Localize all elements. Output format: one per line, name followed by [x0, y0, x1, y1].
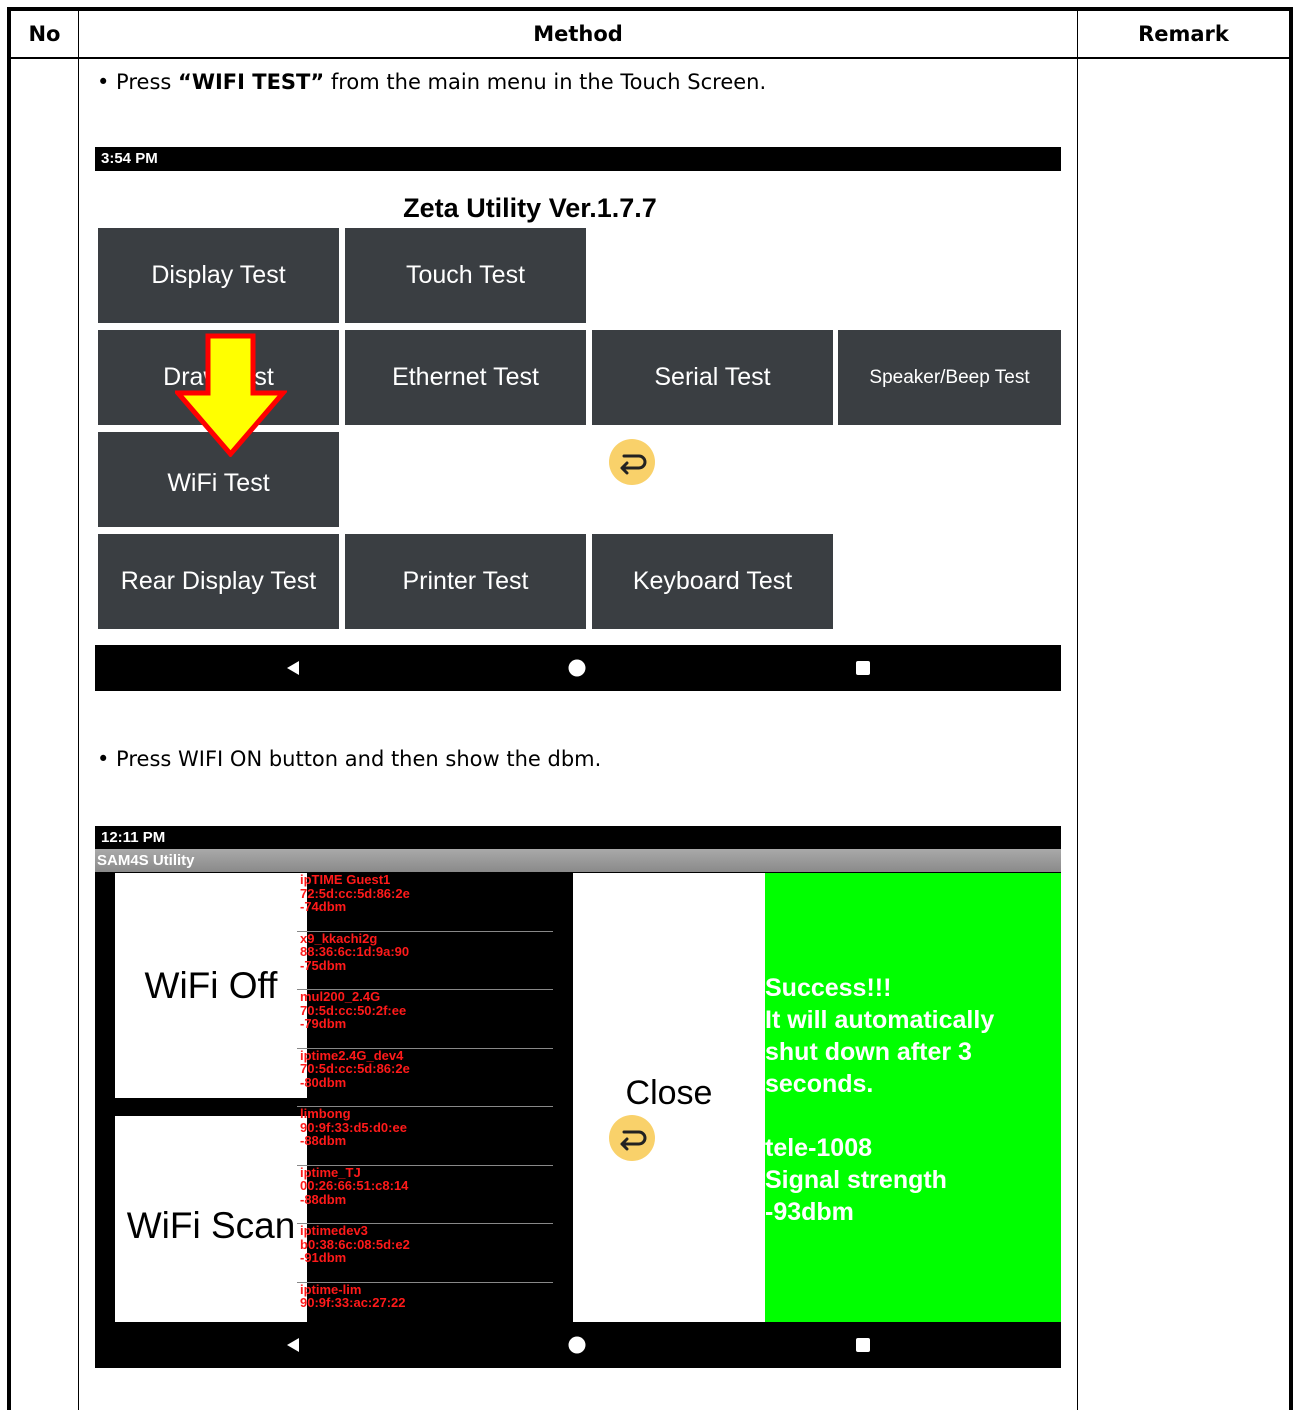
network-list-item[interactable]: iptime_TJ 00:26:66:51:c8:14 -88dbm [297, 1165, 553, 1224]
sam4s-utility-screenshot: 12:11 PM SAM4S Utility WiFi Off WiFi Sca… [95, 826, 1061, 1368]
status-time: 3:54 PM [101, 150, 158, 167]
step2-instruction: • Press WIFI ON button and then show the… [97, 747, 602, 771]
network-mac: 90:9f:33:ac:27:22 [300, 1295, 406, 1310]
network-mac: 72:5d:cc:5d:86:2e [300, 885, 410, 901]
return-icon[interactable] [609, 439, 655, 485]
status-time-2: 12:11 PM [101, 829, 166, 846]
network-ssid: iptime_TJ [300, 1165, 361, 1180]
network-dbm: -74dbm [300, 899, 347, 914]
home-icon[interactable] [568, 659, 586, 677]
step1-suffix: from the main menu in the Touch Screen. [324, 70, 767, 94]
network-list-item[interactable]: mul200_2.4G 70:5d:cc:50:2f:ee -79dbm [297, 990, 553, 1049]
serial-test-button[interactable]: Serial Test [592, 330, 833, 425]
network-list-item[interactable]: iptime-lim 90:9f:33:ac:27:22 [297, 1283, 553, 1323]
network-mac: 88:36:6c:1d:9a:90 [300, 944, 410, 959]
wifi-off-button[interactable]: WiFi Off [115, 873, 307, 1098]
back-icon[interactable] [285, 660, 301, 676]
network-dbm: -91dbm [300, 1250, 347, 1265]
step1-prefix: • Press [97, 70, 179, 94]
printer-test-button[interactable]: Printer Test [345, 534, 586, 629]
speaker-beep-test-button[interactable]: Speaker/Beep Test [838, 330, 1061, 425]
network-ssid: iptime-lim [300, 1282, 362, 1297]
network-list-item[interactable]: limbong 90:9f:33:d5:d0:ee -88dbm [297, 1107, 553, 1166]
ethernet-test-button[interactable]: Ethernet Test [345, 330, 586, 425]
back-icon-2[interactable] [285, 1337, 301, 1353]
touch-test-button[interactable]: Touch Test [345, 228, 586, 323]
network-ssid: iptimedev3 [300, 1224, 368, 1238]
display-test-button[interactable]: Display Test [98, 228, 339, 323]
rear-display-test-button[interactable]: Rear Display Test [98, 534, 339, 629]
app-title-2: SAM4S Utility [97, 852, 195, 869]
navigation-bar-2 [95, 1322, 1061, 1368]
column-divider-1 [78, 7, 79, 1410]
network-mac: 00:26:66:51:c8:14 [300, 1178, 409, 1193]
table-top-border [7, 7, 1293, 11]
network-mac: b0:38:6c:08:5d:e2 [300, 1236, 410, 1252]
network-dbm: -75dbm [300, 957, 347, 973]
step1-instruction: • Press “WIFI TEST” from the main menu i… [97, 67, 766, 97]
navigation-bar [95, 645, 1061, 691]
zeta-utility-screenshot: 3:54 PM Zeta Utility Ver.1.7.7 Display T… [95, 147, 1061, 691]
table-left-border [7, 7, 11, 1410]
network-list-item[interactable]: iptimedev3 b0:38:6c:08:5d:e2 -91dbm [297, 1224, 553, 1283]
network-mac: 70:5d:cc:50:2f:ee [300, 1002, 407, 1018]
recents-icon[interactable] [855, 660, 871, 676]
home-icon-2[interactable] [568, 1336, 586, 1354]
wifi-scan-button[interactable]: WiFi Scan [115, 1116, 307, 1322]
network-list-item[interactable]: iptime2.4G_dev4 70:5d:cc:5d:86:2e -80dbm [297, 1048, 553, 1107]
column-divider-2 [1077, 7, 1078, 1410]
network-list-item[interactable]: x9_kkachi2g 88:36:6c:1d:9a:90 -75dbm [297, 931, 553, 990]
network-list[interactable]: ipTIME Guest1 72:5d:cc:5d:86:2e -74dbm x9_k… [297, 873, 553, 1322]
pointer-arrow-icon [175, 333, 287, 457]
keyboard-test-button[interactable]: Keyboard Test [592, 534, 833, 629]
network-mac: 70:5d:cc:5d:86:2e [300, 1061, 410, 1076]
app-title: Zeta Utility Ver.1.7.7 [403, 193, 657, 223]
network-ssid: iptime2.4G_dev4 [300, 1048, 404, 1063]
network-dbm: -79dbm [300, 1016, 347, 1031]
network-mac: 90:9f:33:d5:d0:ee [300, 1119, 407, 1135]
network-dbm: -88dbm [300, 1133, 347, 1148]
app-title-bar: SAM4S Utility [95, 849, 1061, 872]
network-dbm: -88dbm [300, 1191, 347, 1207]
network-dbm: -80dbm [300, 1074, 347, 1090]
recents-icon-2[interactable] [855, 1337, 871, 1353]
step1-bold-term: “WIFI TEST” [178, 70, 325, 94]
network-list-item[interactable]: ipTIME Guest1 72:5d:cc:5d:86:2e -74dbm [297, 873, 553, 932]
return-arrow-glyph [620, 454, 647, 475]
table-right-border [1289, 7, 1293, 1410]
close-button[interactable]: Close [573, 873, 765, 1322]
header-divider [7, 57, 1293, 59]
network-ssid: limbong [300, 1107, 351, 1121]
header-remark: Remark [1138, 22, 1229, 46]
result-panel: Success!!! It will automatically shut do… [765, 873, 1061, 1322]
status-bar: 3:54 PM [95, 147, 1061, 171]
network-ssid: mul200_2.4G [300, 990, 381, 1004]
header-no: No [28, 22, 61, 46]
network-ssid: x9_kkachi2g [300, 931, 378, 946]
header-method: Method [533, 22, 623, 46]
return-arrow-glyph-2 [620, 1130, 647, 1151]
network-ssid: ipTIME Guest1 [300, 873, 391, 887]
return-icon-2[interactable] [609, 1115, 655, 1161]
status-bar-2: 12:11 PM [95, 826, 1061, 849]
